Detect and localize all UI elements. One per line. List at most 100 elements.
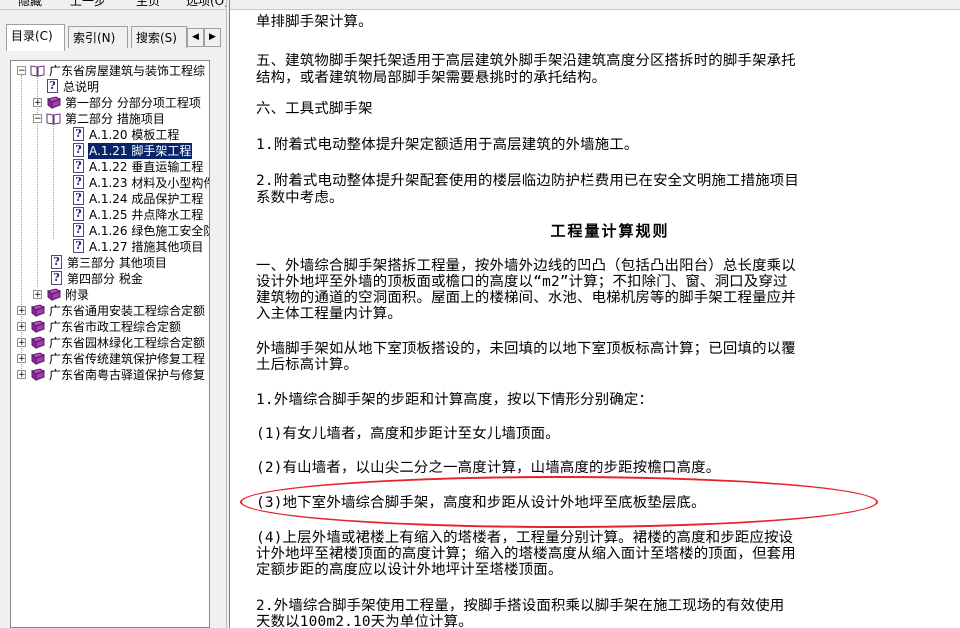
content-line: 土后标高计算。 — [256, 357, 359, 373]
content-line: (4)上层外墙或裙楼上有缩入的塔楼者，工程量分别计算。裙楼的高度和步距应按设 — [256, 530, 794, 546]
tree-node-part2[interactable]: − 第二部分 措施项目 — [11, 111, 209, 127]
tree-label: A.1.27 措施其他项目 — [89, 240, 204, 254]
content-line: 结构，或者建筑物局部脚手架需要悬挑时的承托结构。 — [256, 70, 607, 86]
tree-node-item[interactable]: ? A.1.27 措施其他项目 — [11, 239, 209, 255]
tree-node-part4[interactable]: ? 第四部分 税金 — [11, 271, 209, 287]
open-book-icon — [30, 65, 45, 77]
content-line: 定额步距的高度应以设计外地坪计至塔楼顶面。 — [256, 562, 563, 578]
help-page-icon: ? — [73, 239, 84, 253]
tree-node-item-selected[interactable]: ? A.1.21 脚手架工程 — [11, 143, 209, 159]
help-page-icon: ? — [73, 223, 84, 237]
tab-scroll-left-icon[interactable]: ◀ — [187, 28, 204, 47]
tree-node-book[interactable]: + 广东省南粤古驿道保护与修复 — [11, 367, 209, 383]
help-page-icon: ? — [73, 143, 84, 157]
tree-node-item[interactable]: ? A.1.26 绿色施工安全防 — [11, 223, 210, 239]
closed-book-icon — [46, 96, 61, 109]
options-button[interactable]: 选项(O) — [186, 0, 229, 8]
toolbar: 隐藏 上一步 主页 选项(O) — [0, 0, 960, 10]
tree-label: A.1.20 模板工程 — [89, 128, 180, 142]
help-page-icon: ? — [73, 127, 84, 141]
section-heading: 工程量计算规则 — [550, 222, 670, 240]
content-line: 六、工具式脚手架 — [256, 101, 373, 117]
tree-label: A.1.26 绿色施工安全防 — [89, 224, 210, 238]
help-page-icon: ? — [73, 159, 84, 173]
expand-icon[interactable]: + — [33, 290, 42, 300]
closed-book-icon — [30, 320, 45, 333]
tree-label: A.1.24 成品保护工程 — [89, 192, 204, 206]
content-line: 单排脚手架计算。 — [256, 14, 373, 30]
tree-node-item[interactable]: ? A.1.20 模板工程 — [11, 127, 209, 143]
content-line: 五、建筑物脚手架托架适用于高层建筑外脚手架沿建筑高度分区搭拆时的脚手架承托 — [256, 53, 796, 69]
tree-label: 第四部分 税金 — [67, 272, 143, 286]
tree-label: 广东省市政工程综合定额 — [49, 320, 182, 334]
navigation-pane: 目录(C) 索引(N) 搜索(S) ◀ ▶ − 广东省房屋建筑与装饰工程综 ? … — [0, 10, 226, 628]
help-page-icon: ? — [73, 175, 84, 189]
tree-node-item[interactable]: ? A.1.23 材料及小型构件 — [11, 175, 210, 191]
tree-label: 附录 — [65, 288, 90, 302]
tab-contents[interactable]: 目录(C) — [6, 24, 65, 51]
tab-scroll-right-icon[interactable]: ▶ — [204, 28, 221, 47]
content-line: (2)有山墙者，以山尖二分之一高度计算，山墙高度的步距按檐口高度。 — [256, 460, 721, 476]
topic-content: 单排脚手架计算。 五、建筑物脚手架托架适用于高层建筑外脚手架沿建筑高度分区搭拆时… — [230, 10, 960, 628]
collapse-icon[interactable]: − — [33, 114, 42, 124]
content-line: 1.附着式电动整体提升架定额适用于高层建筑的外墙施工。 — [256, 137, 639, 153]
expand-icon[interactable]: + — [33, 98, 42, 108]
closed-book-icon — [30, 368, 45, 381]
tree-label: 广东省南粤古驿道保护与修复 — [49, 368, 206, 382]
content-line: 设计外地坪至外墙的顶板面或檐口的高度以“m2”计算；不扣除门、窗、洞口及穿过 — [256, 274, 788, 290]
tree-node-item[interactable]: ? A.1.25 井点降水工程 — [11, 207, 209, 223]
tab-search[interactable]: 搜索(S) — [131, 26, 187, 48]
tree-label: 广东省园林绿化工程综合定额 — [49, 336, 206, 350]
tree-label: 第三部分 其他项目 — [67, 256, 167, 270]
expand-icon[interactable]: + — [17, 306, 26, 316]
content-line: 一、外墙综合脚手架搭拆工程量，按外墙外边线的凹凸（包括凸出阳台）总长度乘以 — [256, 258, 796, 274]
tree-node-book[interactable]: + 广东省园林绿化工程综合定额 — [11, 335, 209, 351]
help-page-icon: ? — [47, 79, 58, 93]
help-page-icon: ? — [51, 255, 62, 269]
tree-label: 广东省通用安装工程综合定额 — [49, 304, 206, 318]
content-line: 2.附着式电动整体提升架配套使用的楼层临边防护栏费用已在安全文明施工措施项目 — [256, 173, 799, 189]
tree-node-part3[interactable]: ? 第三部分 其他项目 — [11, 255, 209, 271]
content-line: 入主体工程量内计算。 — [256, 306, 402, 322]
tree-label: 总说明 — [63, 80, 100, 94]
content-line: 1.外墙综合脚手架的步距和计算高度，按以下情形分别确定： — [256, 392, 654, 408]
tree-node-part1[interactable]: + 第一部分 分部分项工程项 — [11, 95, 209, 111]
closed-book-icon — [30, 336, 45, 349]
closed-book-icon — [30, 352, 45, 365]
closed-book-icon — [30, 304, 45, 317]
tree-node-book[interactable]: + 广东省通用安装工程综合定额 — [11, 303, 209, 319]
back-button[interactable]: 上一步 — [70, 0, 106, 8]
expand-icon[interactable]: + — [17, 370, 26, 380]
tree-node-appendix[interactable]: + 附录 — [11, 287, 209, 303]
help-page-icon: ? — [73, 207, 84, 221]
tree-node-item[interactable]: ? A.1.24 成品保护工程 — [11, 191, 209, 207]
tree-label: A.1.21 脚手架工程 — [88, 143, 193, 159]
open-book-icon — [46, 113, 61, 125]
tree-node-item[interactable]: ? A.1.22 垂直运输工程 — [11, 159, 209, 175]
collapse-icon[interactable]: − — [17, 66, 26, 76]
tree-label: 广东省传统建筑保护修复工程 — [49, 352, 206, 366]
home-button[interactable]: 主页 — [136, 0, 160, 8]
expand-icon[interactable]: + — [17, 322, 26, 332]
tree-label: 第一部分 分部分项工程项 — [65, 96, 201, 110]
tree-label: A.1.23 材料及小型构件 — [89, 176, 210, 190]
expand-icon[interactable]: + — [17, 354, 26, 364]
tab-index[interactable]: 索引(N) — [68, 26, 128, 48]
content-line: 外墙脚手架如从地下室顶板搭设的，未回填的以地下室顶板标高计算；已回填的以覆 — [256, 341, 796, 357]
tree-label: 广东省房屋建筑与装饰工程综 — [49, 64, 206, 78]
hide-button[interactable]: 隐藏 — [18, 0, 42, 8]
content-line: 系数中考虑。 — [256, 190, 344, 206]
content-line: 建筑物的通道的空洞面积。屋面上的楼梯间、水池、电梯机房等的脚手架工程量应并 — [256, 290, 796, 306]
tree-label: A.1.25 井点降水工程 — [89, 208, 204, 222]
content-line: (1)有女儿墙者，高度和步距计至女儿墙顶面。 — [256, 426, 560, 442]
tree-node-summary[interactable]: ? 总说明 — [11, 79, 209, 95]
tree-node-book[interactable]: + 广东省传统建筑保护修复工程 — [11, 351, 209, 367]
tree-label: 第二部分 措施项目 — [65, 112, 165, 126]
tree-node-root[interactable]: − 广东省房屋建筑与装饰工程综 — [11, 63, 209, 79]
nav-tabs: 目录(C) 索引(N) 搜索(S) ◀ ▶ — [6, 24, 221, 51]
content-line: 计外地坪至裙楼顶面的高度计算；缩入的塔楼高度从缩入面计至塔楼的顶面，但套用 — [256, 546, 796, 562]
expand-icon[interactable]: + — [17, 338, 26, 348]
content-line-highlighted: (3)地下室外墙综合脚手架，高度和步距从设计外地坪至底板垫层底。 — [256, 495, 706, 511]
content-line: 2.外墙综合脚手架使用工程量，按脚手搭设面积乘以脚手架在施工现场的有效使用 — [256, 598, 785, 614]
tree-node-book[interactable]: + 广东省市政工程综合定额 — [11, 319, 209, 335]
